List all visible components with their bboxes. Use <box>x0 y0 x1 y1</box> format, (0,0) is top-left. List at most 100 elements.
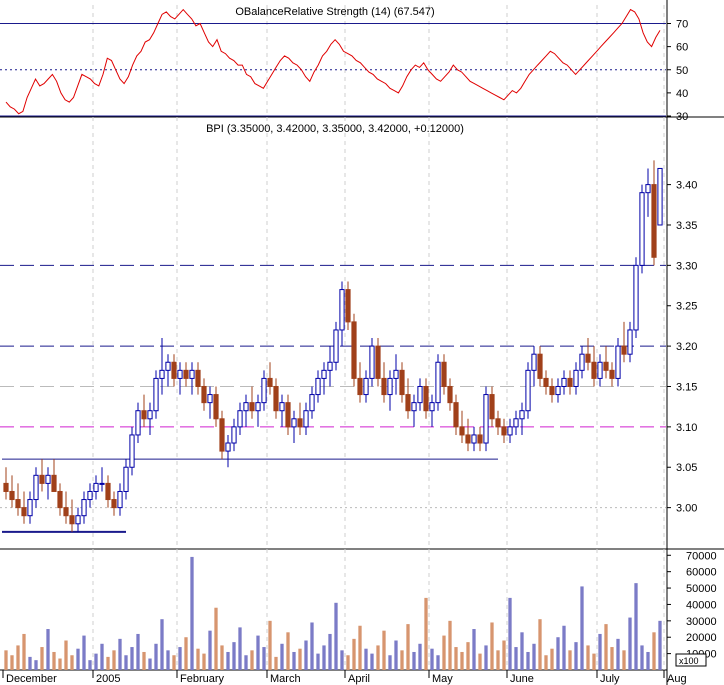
volume-bar <box>190 556 194 670</box>
candle-body <box>51 474 57 492</box>
volume-bar <box>592 653 596 670</box>
volume-bar <box>640 645 644 670</box>
volume-bar <box>304 640 308 670</box>
candle-body <box>339 289 345 331</box>
candle-body <box>291 418 297 428</box>
volume-bar <box>316 653 320 670</box>
candle-body <box>45 474 51 484</box>
volume-bar <box>214 607 218 670</box>
volume-bar <box>244 655 248 670</box>
volume-bar <box>610 647 614 670</box>
candle-body <box>441 361 447 387</box>
volume-bar <box>34 660 38 670</box>
volume-bar <box>400 650 404 670</box>
candle-body <box>543 377 549 387</box>
candle-body <box>195 369 201 387</box>
candle-body <box>93 482 99 492</box>
volume-bar <box>634 583 638 670</box>
volume-bar <box>274 656 278 670</box>
volume-bar <box>466 642 470 670</box>
volume-bar <box>82 635 86 670</box>
volume-bar <box>652 632 656 670</box>
candle-body <box>525 369 531 412</box>
candle-body <box>267 377 273 387</box>
volume-bar <box>130 647 134 670</box>
candle-body <box>573 369 579 387</box>
candle-body <box>165 361 171 371</box>
candle-body <box>225 442 231 452</box>
volume-bar <box>496 650 500 670</box>
candle-body <box>345 289 351 323</box>
volume-bar <box>94 653 98 670</box>
candle-body <box>285 402 291 428</box>
volume-bar <box>430 648 434 670</box>
volume-bar <box>88 660 92 670</box>
volume-bar <box>178 647 182 670</box>
volume-bar <box>472 629 476 670</box>
candle-body <box>261 377 267 404</box>
price-tick-label: 3.25 <box>676 301 697 313</box>
volume-bar <box>460 651 464 670</box>
candle-body <box>627 329 633 355</box>
volume-bar <box>100 643 104 670</box>
volume-bar <box>454 647 458 670</box>
candle-body <box>567 377 573 387</box>
candle-body <box>585 353 591 363</box>
volume-bar <box>598 633 602 670</box>
volume-tick-label: 20000 <box>686 632 717 644</box>
volume-bar <box>238 627 242 670</box>
candle-body <box>153 377 159 412</box>
volume-bar <box>364 648 368 670</box>
volume-bar <box>262 647 266 670</box>
candle-body <box>33 474 39 501</box>
candle-body <box>21 507 27 517</box>
volume-bar <box>406 624 410 670</box>
candle-body <box>375 345 381 379</box>
price-tick-label: 3.05 <box>676 462 697 474</box>
candle-body <box>279 402 285 412</box>
candle-body <box>495 418 501 428</box>
volume-bar <box>112 650 116 670</box>
volume-bar <box>628 617 632 670</box>
volume-bar <box>250 650 254 670</box>
price-title: BPI (3.35000, 3.42000, 3.35000, 3.42000,… <box>206 123 464 135</box>
price-tick-label: 3.35 <box>676 220 697 232</box>
volume-bar <box>370 653 374 670</box>
volume-bar <box>388 655 392 670</box>
candle-body <box>303 410 309 428</box>
volume-bar <box>46 629 50 670</box>
volume-bar <box>280 643 284 670</box>
candle-body <box>645 184 651 194</box>
rsi-tick-label: 60 <box>676 42 688 54</box>
volume-bar <box>154 643 158 670</box>
volume-bar <box>328 633 332 670</box>
candle-body <box>183 369 189 379</box>
rsi-tick-label: 30 <box>676 111 688 123</box>
volume-unit-label: x100 <box>679 656 699 666</box>
volume-bar <box>184 637 188 670</box>
volume-bar <box>346 655 350 670</box>
volume-bar <box>64 640 68 670</box>
volume-bar <box>334 602 338 670</box>
volume-bar <box>502 640 506 670</box>
candle-body <box>357 377 363 396</box>
volume-bar <box>10 655 14 670</box>
x-tick-label: July <box>600 673 620 685</box>
candle-body <box>9 490 15 501</box>
candle-body <box>597 361 603 379</box>
candle-body <box>105 482 111 501</box>
volume-bar <box>622 650 626 670</box>
volume-bar <box>322 645 326 670</box>
x-tick-label: 2005 <box>96 673 120 685</box>
candle-body <box>69 515 75 525</box>
volume-bar <box>202 653 206 670</box>
volume-bar <box>352 638 356 670</box>
volume-bar <box>124 655 128 670</box>
candle-body <box>135 410 141 436</box>
volume-tick-label: 70000 <box>686 550 717 562</box>
volume-bar <box>568 650 572 670</box>
candle-body <box>423 385 429 412</box>
candle-body <box>633 264 639 331</box>
candle-body <box>507 426 513 436</box>
volume-bar <box>292 651 296 670</box>
